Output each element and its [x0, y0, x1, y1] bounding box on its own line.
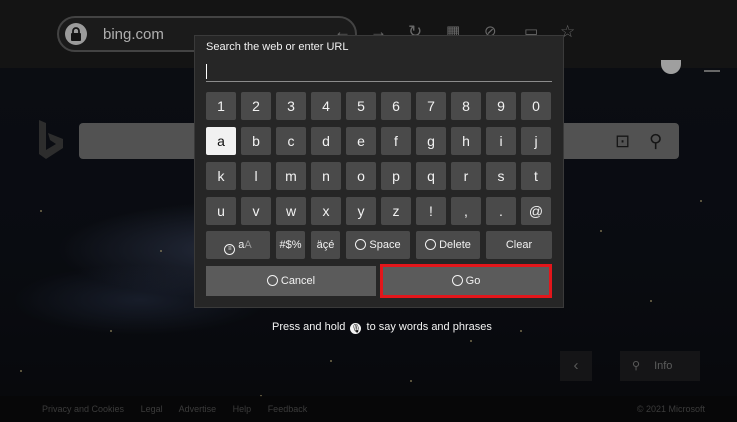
key-,[interactable]: , [451, 197, 481, 225]
hint-before: Press and hold [272, 321, 346, 333]
play-pause-icon [355, 239, 367, 250]
cancel-button[interactable]: Cancel [206, 266, 376, 296]
key-b[interactable]: b [241, 127, 271, 155]
key-k[interactable]: k [206, 162, 236, 190]
key-n[interactable]: n [311, 162, 341, 190]
hint-after: to say words and phrases [366, 321, 492, 333]
key-q[interactable]: q [416, 162, 446, 190]
delete-label: Delete [439, 239, 471, 251]
key-f[interactable]: f [381, 127, 411, 155]
key-h[interactable]: h [451, 127, 481, 155]
key-5[interactable]: 5 [346, 92, 376, 120]
keyboard-title: Search the web or enter URL [206, 41, 349, 53]
back-icon [266, 275, 278, 286]
delete-key[interactable]: Delete [416, 231, 480, 259]
rewind-icon [425, 239, 437, 250]
clear-key[interactable]: Clear [486, 231, 552, 259]
key-j[interactable]: j [521, 127, 551, 155]
space-label: Space [369, 239, 401, 251]
case-mode-key[interactable]: ≡ aA [206, 231, 270, 259]
microphone-icon: 🎙 [350, 323, 362, 334]
symbols-key[interactable]: #$% [276, 231, 305, 259]
url-input[interactable] [206, 60, 552, 82]
key-m[interactable]: m [276, 162, 306, 190]
key-9[interactable]: 9 [486, 92, 516, 120]
cancel-label: Cancel [280, 275, 316, 287]
key-4[interactable]: 4 [311, 92, 341, 120]
key-.[interactable]: . [486, 197, 516, 225]
focus-highlight [380, 264, 552, 298]
key-3[interactable]: 3 [276, 92, 306, 120]
key-0[interactable]: 0 [521, 92, 551, 120]
key-v[interactable]: v [241, 197, 271, 225]
key-i[interactable]: i [486, 127, 516, 155]
voice-hint: Press and hold 🎙 to say words and phrase… [272, 321, 492, 334]
key-1[interactable]: 1 [206, 92, 236, 120]
accents-key[interactable]: äçé [311, 231, 340, 259]
text-cursor [206, 64, 207, 79]
key-7[interactable]: 7 [416, 92, 446, 120]
key-g[interactable]: g [416, 127, 446, 155]
key-x[interactable]: x [311, 197, 341, 225]
key-s[interactable]: s [486, 162, 516, 190]
key-a[interactable]: a [206, 127, 236, 155]
key-8[interactable]: 8 [451, 92, 481, 120]
space-key[interactable]: Space [346, 231, 410, 259]
key-c[interactable]: c [276, 127, 306, 155]
onscreen-keyboard-dialog: Search the web or enter URL 1234567890 ab… [194, 35, 564, 308]
key-@[interactable]: @ [521, 197, 551, 225]
key-![interactable]: ! [416, 197, 446, 225]
key-6[interactable]: 6 [381, 92, 411, 120]
key-t[interactable]: t [521, 162, 551, 190]
case-secondary: A [244, 239, 252, 251]
key-p[interactable]: p [381, 162, 411, 190]
key-d[interactable]: d [311, 127, 341, 155]
key-w[interactable]: w [276, 197, 306, 225]
key-r[interactable]: r [451, 162, 481, 190]
key-e[interactable]: e [346, 127, 376, 155]
key-u[interactable]: u [206, 197, 236, 225]
key-z[interactable]: z [381, 197, 411, 225]
key-y[interactable]: y [346, 197, 376, 225]
menu-button-icon: ≡ [224, 244, 236, 255]
key-2[interactable]: 2 [241, 92, 271, 120]
key-o[interactable]: o [346, 162, 376, 190]
key-l[interactable]: l [241, 162, 271, 190]
